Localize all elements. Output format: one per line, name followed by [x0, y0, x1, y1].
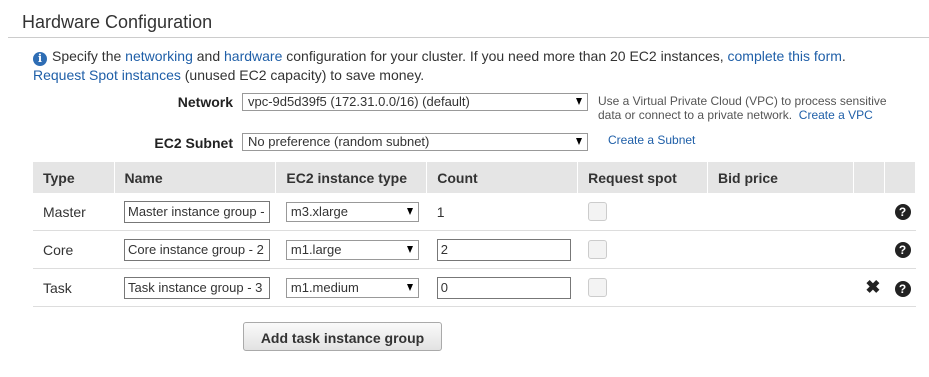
table-header-row: Type Name EC2 instance type Count Reques…	[33, 162, 916, 193]
name-input[interactable]: Master instance group -	[124, 200, 270, 223]
row-type: Core	[33, 230, 114, 269]
count-input[interactable]: 0	[436, 276, 571, 299]
col-name: Name	[114, 162, 277, 193]
chevron-down-icon	[576, 98, 582, 105]
table-row: Master Master instance group - m3.xlarge…	[33, 193, 916, 231]
instance-type-value: m3.xlarge	[290, 203, 348, 219]
network-help: Use a Virtual Private Cloud (VPC) to pro…	[598, 94, 908, 122]
info-icon: i	[33, 52, 47, 66]
network-select-value: vpc-9d5d39f5 (172.31.0.0/16) (default)	[248, 94, 470, 109]
subnet-label: EC2 Subnet	[154, 135, 233, 151]
instance-type-value: m1.large	[290, 241, 342, 257]
instance-groups-table: Type Name EC2 instance type Count Reques…	[33, 162, 916, 307]
bid-price-cell	[707, 230, 854, 269]
complete-form-link[interactable]: complete this form	[728, 48, 842, 64]
section-title: Hardware Configuration	[22, 12, 213, 32]
networking-link[interactable]: networking	[125, 48, 193, 64]
count-value: 1	[426, 193, 578, 231]
col-bid-price: Bid price	[707, 162, 855, 193]
network-select[interactable]: vpc-9d5d39f5 (172.31.0.0/16) (default)	[242, 93, 588, 111]
info-message: i Specify the networking and hardware con…	[33, 47, 913, 85]
chevron-down-icon	[576, 138, 582, 145]
title-divider	[8, 37, 929, 38]
info-text-5: (unused EC2 capacity) to save money.	[180, 67, 425, 83]
chevron-down-icon	[406, 283, 413, 291]
instance-type-select[interactable]: m3.xlarge	[285, 201, 419, 222]
col-instance-type: EC2 instance type	[275, 162, 428, 193]
row-type: Master	[33, 193, 114, 231]
network-label: Network	[177, 94, 233, 110]
col-actions-1	[853, 162, 886, 193]
hardware-link[interactable]: hardware	[224, 48, 282, 64]
create-subnet-link[interactable]: Create a Subnet	[608, 133, 695, 147]
row-type: Task	[33, 268, 114, 307]
count-input[interactable]: 2	[436, 238, 571, 261]
col-request-spot: Request spot	[577, 162, 709, 193]
request-spot-checkbox[interactable]	[587, 278, 607, 297]
instance-type-select[interactable]: m1.medium	[285, 277, 419, 298]
info-text-3: configuration for your cluster. If you n…	[282, 48, 728, 64]
name-input[interactable]: Core instance group - 2	[124, 238, 270, 261]
table-row: Core Core instance group - 2 m1.large 2 …	[33, 230, 916, 269]
col-count: Count	[426, 162, 579, 193]
request-spot-checkbox[interactable]	[587, 240, 607, 259]
bid-price-cell	[707, 193, 854, 231]
request-spot-link[interactable]: Request Spot instances	[33, 67, 181, 83]
subnet-select-value: No preference (random subnet)	[248, 134, 430, 149]
create-vpc-link[interactable]: Create a VPC	[799, 108, 873, 122]
subnet-select[interactable]: No preference (random subnet)	[242, 133, 588, 151]
table-row: Task Task instance group - 3 m1.medium 0…	[33, 268, 916, 307]
info-text-4: .	[841, 48, 846, 64]
instance-type-value: m1.medium	[290, 279, 359, 295]
bid-price-cell	[707, 268, 854, 307]
question-circle-icon[interactable]: ?	[894, 242, 911, 258]
info-text-2: and	[192, 48, 224, 64]
question-circle-icon[interactable]: ?	[894, 204, 911, 220]
col-actions-2	[884, 162, 916, 193]
add-task-instance-group-button[interactable]: Add task instance group	[243, 322, 442, 351]
chevron-down-icon	[406, 245, 413, 253]
chevron-down-icon	[406, 207, 413, 215]
request-spot-checkbox[interactable]	[587, 202, 607, 221]
info-text-1: Specify the	[52, 48, 126, 64]
instance-type-select[interactable]: m1.large	[285, 239, 419, 260]
col-type: Type	[33, 162, 115, 193]
close-icon[interactable]: ✖	[865, 278, 880, 296]
question-circle-icon[interactable]: ?	[894, 280, 911, 297]
name-input[interactable]: Task instance group - 3	[124, 276, 270, 299]
